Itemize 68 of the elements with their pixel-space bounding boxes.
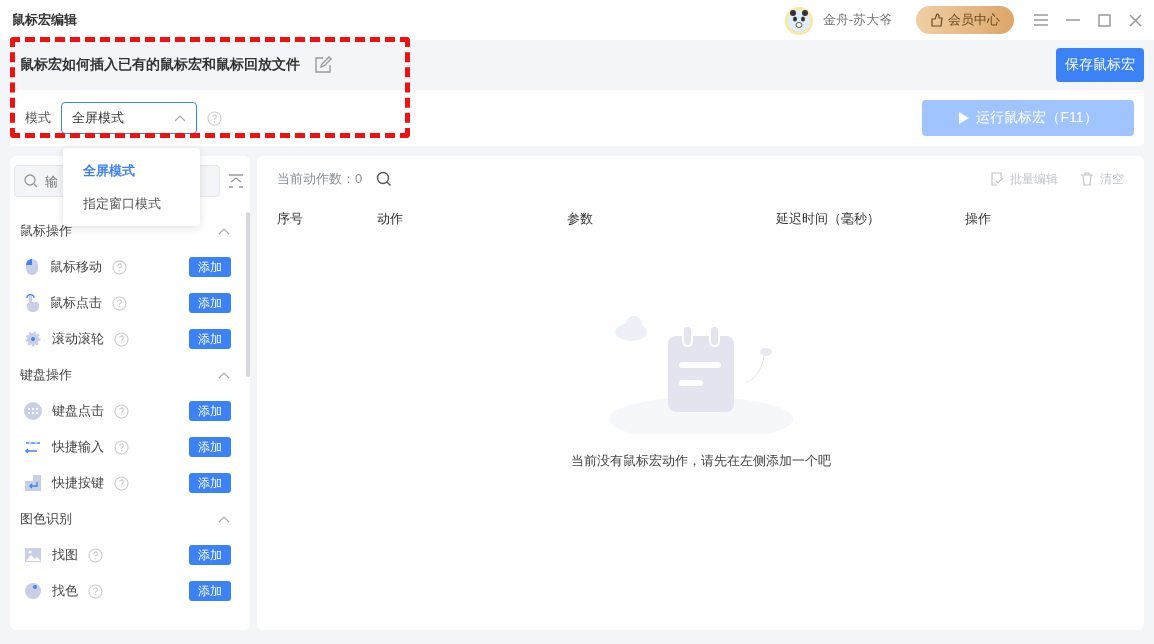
action-name: 快捷输入 [52,438,104,456]
mode-label: 模式 [25,109,51,127]
action-name: 鼠标移动 [50,258,102,276]
macro-title: 鼠标宏如何插入已有的鼠标宏和鼠标回放文件 [20,56,300,74]
window-title: 鼠标宏编辑 [12,11,78,29]
mode-option[interactable]: 指定窗口模式 [63,187,200,220]
mode-option[interactable]: 全屏模式 [63,154,200,187]
arrows-icon [24,439,42,455]
mouse-icon [24,258,40,276]
close-icon[interactable] [1129,13,1142,27]
keypad-icon [24,402,42,420]
chevron-icon[interactable] [218,371,230,379]
column-header: 延迟时间（毫秒） [776,210,881,228]
palette-icon [24,582,42,600]
enter-key-icon [24,474,42,492]
help-icon[interactable] [112,259,127,275]
help-icon[interactable] [207,110,222,126]
action-name: 找色 [52,582,78,600]
help-icon[interactable] [88,583,103,599]
column-header: 序号 [277,210,304,228]
menu-icon[interactable] [1034,14,1048,26]
empty-message: 当前没有鼠标宏动作，请先在左侧添加一个吧 [570,452,831,470]
column-header: 动作 [377,210,404,228]
add-button[interactable]: 添加 [189,545,231,565]
help-icon[interactable] [114,331,129,347]
help-icon[interactable] [114,475,129,491]
search-icon[interactable] [376,171,393,187]
chevron-icon[interactable] [218,515,230,523]
section-title: 鼠标操作 [20,222,72,240]
add-button[interactable]: 添加 [189,257,231,277]
search-icon [24,174,38,188]
add-button[interactable]: 添加 [189,401,231,421]
member-center-button[interactable]: 会员中心 [916,6,1014,34]
column-header: 操作 [965,210,992,228]
panda-avatar-icon[interactable] [782,4,815,36]
image-icon [24,547,42,563]
action-name: 找图 [52,546,78,564]
chevron-icon[interactable] [218,227,230,235]
trash-icon [1080,172,1094,186]
edit-check-icon [990,172,1004,186]
help-icon[interactable] [114,403,129,419]
save-button[interactable]: 保存鼠标宏 [1056,48,1144,82]
action-name: 键盘点击 [52,402,104,420]
section-title: 键盘操作 [20,366,72,384]
help-icon[interactable] [88,547,103,563]
add-button[interactable]: 添加 [189,437,231,457]
pointing-hand-icon [24,294,40,312]
thumbs-up-icon [930,13,944,27]
user-name[interactable]: 金舟-苏大爷 [822,11,892,29]
action-name: 快捷按键 [52,474,104,492]
chevron-icon[interactable] [174,114,186,122]
action-name: 鼠标点击 [50,294,102,312]
maximize-icon[interactable] [1098,13,1111,27]
mode-select[interactable]: 全屏模式 [61,102,197,134]
gear-icon [24,330,42,348]
add-button[interactable]: 添加 [189,329,231,349]
action-count: 当前动作数：0 [277,170,363,188]
action-name: 滚动滚轮 [52,330,104,348]
section-title: 图色识别 [20,510,72,528]
help-icon[interactable] [112,295,127,311]
add-button[interactable]: 添加 [189,473,231,493]
collapse-all-icon[interactable] [228,174,244,188]
play-icon [958,111,971,125]
edit-icon[interactable] [314,56,332,74]
help-icon[interactable] [114,439,129,455]
add-button[interactable]: 添加 [189,293,231,313]
column-header: 参数 [567,210,594,228]
add-button[interactable]: 添加 [189,581,231,601]
